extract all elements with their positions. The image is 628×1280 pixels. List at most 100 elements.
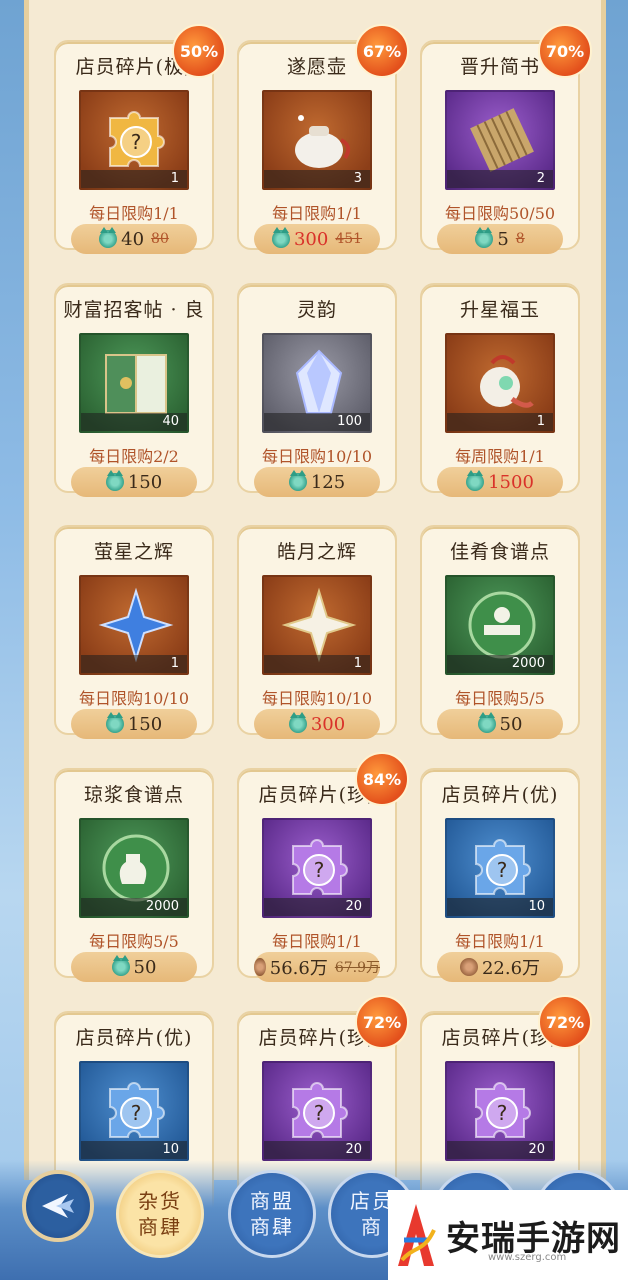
item-image[interactable]: 1 bbox=[445, 333, 555, 433]
purchase-limit: 每日限购10/10 bbox=[78, 689, 190, 708]
item-image[interactable]: ? 10 bbox=[445, 818, 555, 918]
puzzle-question-icon: ? bbox=[109, 111, 165, 167]
item-card[interactable]: 佳肴食谱点 2000 每日限购5/5 50 bbox=[420, 525, 580, 739]
puzzle-question-icon: ? bbox=[109, 1082, 165, 1138]
item-count: 10 bbox=[447, 898, 553, 916]
purchase-limit: 每日限购1/1 bbox=[272, 204, 362, 223]
cat-coin-icon bbox=[271, 227, 290, 248]
watermark-logo-icon bbox=[398, 1204, 436, 1266]
buy-price-button[interactable]: 150 bbox=[71, 709, 197, 739]
cat-coin-icon bbox=[99, 227, 118, 248]
puzzle-question-icon: ? bbox=[292, 839, 348, 895]
purchase-limit: 每日限购50/50 bbox=[444, 204, 556, 223]
item-card[interactable]: 琼浆食谱点 2000 每日限购5/5 50 bbox=[54, 768, 214, 982]
nav-tab[interactable]: 商盟 商肆 bbox=[228, 1170, 316, 1258]
dish-orb-icon bbox=[468, 591, 536, 659]
item-card[interactable]: 遂愿壶 3 67% 每日限购1/1 300 451 bbox=[237, 24, 409, 254]
item-count: 40 bbox=[81, 413, 187, 431]
current-price: 50 bbox=[133, 956, 157, 978]
item-image[interactable]: 2 bbox=[445, 90, 555, 190]
puzzle-question-icon: ? bbox=[475, 1082, 531, 1138]
item-image[interactable]: ? 1 bbox=[79, 90, 189, 190]
discount-badge: 67% bbox=[355, 24, 409, 78]
current-price: 125 bbox=[310, 471, 346, 493]
item-count: 1 bbox=[264, 655, 370, 673]
puzzle-question-icon: ? bbox=[475, 839, 531, 895]
watermark: 安瑞手游网 www.szerg.com bbox=[388, 1190, 628, 1280]
buy-price-button[interactable]: 150 bbox=[71, 467, 197, 497]
item-card[interactable]: 萤星之辉 1 每日限购10/10 150 bbox=[54, 525, 214, 739]
svg-text:?: ? bbox=[314, 1101, 325, 1125]
item-card[interactable]: 晋升简书 2 70% 每日限购50/50 5 8 bbox=[420, 24, 592, 254]
item-card[interactable]: 皓月之辉 1 每日限购10/10 300 bbox=[237, 525, 397, 739]
item-image[interactable]: 2000 bbox=[445, 575, 555, 675]
item-image[interactable]: 40 bbox=[79, 333, 189, 433]
item-image[interactable]: ? 20 bbox=[262, 1061, 372, 1161]
current-price: 150 bbox=[127, 713, 163, 735]
item-title: 佳肴食谱点 bbox=[449, 541, 550, 563]
buy-price-button[interactable]: 300 451 bbox=[254, 224, 380, 254]
item-card[interactable]: 升星福玉 1 每周限购1/1 1500 bbox=[420, 283, 580, 497]
item-count: 2 bbox=[447, 170, 553, 188]
purchase-limit: 每日限购1/1 bbox=[272, 932, 362, 951]
item-card[interactable]: 店员碎片(优)? 10 每日限购1/1 22.6万 bbox=[420, 768, 580, 982]
item-image[interactable]: 1 bbox=[79, 575, 189, 675]
item-image[interactable]: 1 bbox=[262, 575, 372, 675]
nav-tab-label-bottom: 商 bbox=[361, 1215, 383, 1239]
buy-price-button[interactable]: 40 80 bbox=[71, 224, 197, 254]
purchase-limit: 每日限购2/2 bbox=[89, 447, 179, 466]
nav-tab-label-top: 商盟 bbox=[250, 1189, 294, 1213]
white-star-icon bbox=[281, 587, 357, 663]
svg-text:?: ? bbox=[314, 858, 325, 882]
item-card[interactable]: 财富招客帖 · 良 40 每日限购2/2 150 bbox=[54, 283, 214, 497]
item-count: 1 bbox=[81, 655, 187, 673]
item-image[interactable]: ? 20 bbox=[262, 818, 372, 918]
item-title: 琼浆食谱点 bbox=[83, 784, 184, 806]
buy-price-button[interactable]: 56.6万 67.9万 bbox=[254, 952, 380, 982]
blue-star-icon bbox=[98, 587, 174, 663]
bamboo-scroll-icon bbox=[470, 108, 534, 172]
buy-price-button[interactable]: 50 bbox=[437, 709, 563, 739]
purchase-limit: 每日限购5/5 bbox=[89, 932, 179, 951]
item-image[interactable]: ? 10 bbox=[79, 1061, 189, 1161]
current-price: 1500 bbox=[488, 471, 534, 493]
purchase-limit: 每日限购1/1 bbox=[455, 932, 545, 951]
item-count: 20 bbox=[264, 1141, 370, 1159]
watermark-url: www.szerg.com bbox=[488, 1252, 567, 1263]
cat-coin-icon bbox=[105, 712, 124, 733]
cat-coin-icon bbox=[288, 712, 307, 733]
svg-text:?: ? bbox=[131, 1101, 142, 1125]
item-image[interactable]: 2000 bbox=[79, 818, 189, 918]
item-count: 20 bbox=[447, 1141, 553, 1159]
item-count: 10 bbox=[81, 1141, 187, 1159]
current-price: 56.6万 bbox=[269, 958, 328, 979]
item-title: 升星福玉 bbox=[459, 299, 540, 321]
item-count: 2000 bbox=[447, 655, 553, 673]
item-title: 店员碎片(优) bbox=[441, 784, 559, 806]
current-price: 150 bbox=[127, 471, 163, 493]
item-image[interactable]: 3 bbox=[262, 90, 372, 190]
buy-price-button[interactable]: 50 bbox=[71, 952, 197, 982]
back-button[interactable] bbox=[22, 1170, 94, 1242]
item-card[interactable]: 灵韵 100 每日限购10/10 125 bbox=[237, 283, 397, 497]
buy-price-button[interactable]: 58 bbox=[437, 224, 563, 254]
item-image[interactable]: 100 bbox=[262, 333, 372, 433]
buy-price-button[interactable]: 1500 bbox=[437, 467, 563, 497]
cat-coin-icon bbox=[111, 955, 130, 976]
copper-coin-icon bbox=[254, 958, 266, 976]
svg-text:?: ? bbox=[497, 1101, 508, 1125]
buy-price-button[interactable]: 125 bbox=[254, 467, 380, 497]
item-card[interactable]: 店员碎片(极)? 1 50% 每日限购1/1 40 80 bbox=[54, 24, 226, 254]
item-card[interactable]: 店员碎片(珍)? 20 84% 每日限购1/1 56.6万 67.9万 bbox=[237, 752, 409, 982]
nav-tab[interactable]: 杂货 商肆 bbox=[116, 1170, 204, 1258]
discount-badge: 50% bbox=[172, 24, 226, 78]
nav-tab-label-top: 杂货 bbox=[138, 1189, 182, 1213]
item-count: 20 bbox=[264, 898, 370, 916]
current-price: 40 bbox=[121, 228, 145, 250]
discount-badge: 72% bbox=[355, 995, 409, 1049]
buy-price-button[interactable]: 300 bbox=[254, 709, 380, 739]
current-price: 300 bbox=[310, 713, 346, 735]
jade-pendant-icon bbox=[480, 355, 534, 408]
item-image[interactable]: ? 20 bbox=[445, 1061, 555, 1161]
buy-price-button[interactable]: 22.6万 bbox=[437, 952, 563, 982]
